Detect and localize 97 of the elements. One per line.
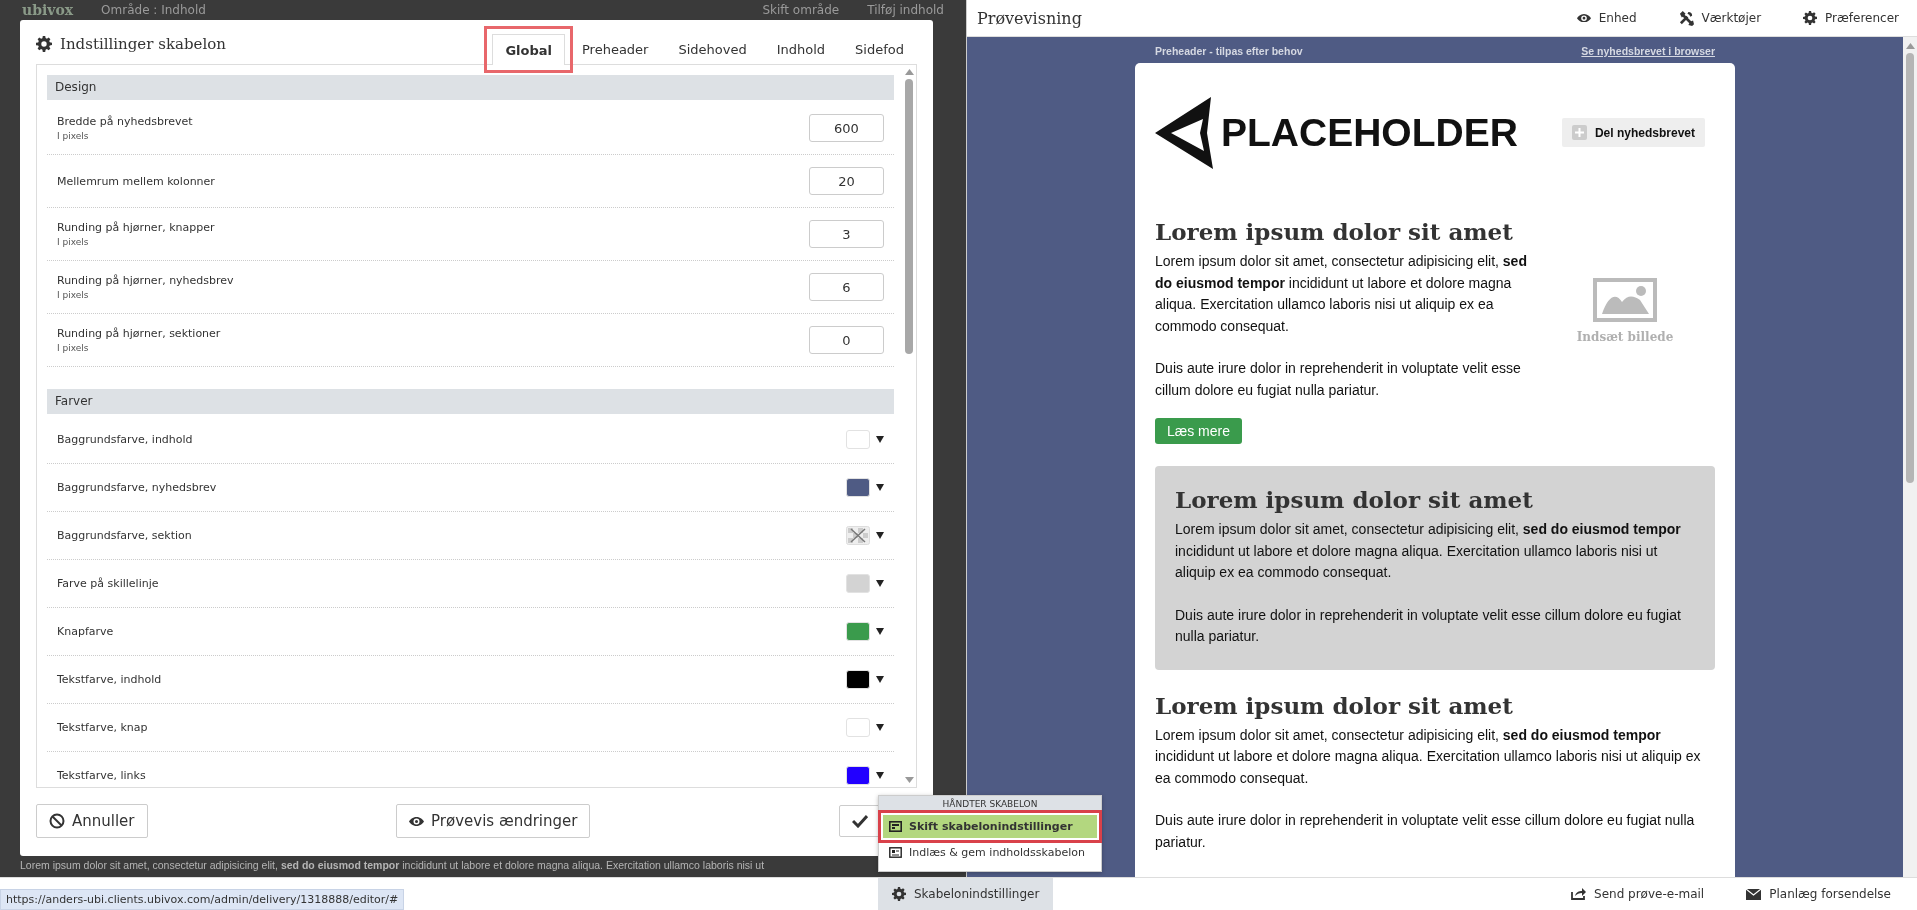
dropdown-caret-icon[interactable] (876, 532, 884, 539)
header-action[interactable]: Tilføj indhold (867, 3, 944, 17)
section-heading: Lorem ipsum dolor sit amet (1155, 218, 1514, 245)
logo-icon (1155, 96, 1215, 169)
body-paragraph: Duis aute irure dolor in reprehenderit in voluptate velit esse cillum dolore eu fugiat nulla pariatur. (1175, 605, 1682, 646)
scroll-up-arrow-icon[interactable] (904, 69, 914, 75)
document-icon (889, 847, 902, 858)
gear-icon (36, 36, 52, 52)
body-paragraph: Lorem ipsum dolor sit amet, consectetur adipisicing elit, sed do eiusmod tempor incididunt ut labore et dolore magna aliqua. Exercitation ullamco laboris nisi ut aliquip ex ea commodo consequat. (1175, 520, 1682, 582)
number-field[interactable]: 600 (809, 114, 884, 142)
setting-label: Runding på hjørner, nyhedsbrev (57, 274, 234, 287)
scrollbar-thumb[interactable] (1906, 53, 1914, 483)
setting-hint: I pixels (57, 131, 90, 141)
body-paragraph: Duis aute irure dolor in reprehenderit in voluptate velit esse cillum dolore eu fugiat nulla pariatur. (1155, 359, 1522, 400)
preview-toolbar-button[interactable]: Præferencer (1797, 9, 1905, 27)
number-field[interactable]: 6 (809, 273, 884, 301)
number-field[interactable]: 0 (809, 326, 884, 354)
cancel-button[interactable]: Annuller (36, 804, 148, 838)
read-more-button[interactable]: Læs mere (1155, 418, 1243, 444)
setting-label: Tekstfarve, indhold (57, 673, 162, 686)
settings-tab[interactable]: Sidefod (842, 33, 917, 64)
share-icon (1571, 888, 1587, 900)
setting-hint: I pixels (57, 290, 90, 300)
footer-action[interactable]: Planlæg forsendelse (1740, 886, 1897, 902)
body-paragraph: Lorem ipsum dolor sit amet, consectetur adipisicing elit, sed do eiusmod tempor incididunt ut labore et dolore magna aliqua. Exercitation ullamco laboris nisi ut aliquip ex ea commodo consequat. (1155, 725, 1702, 788)
setting-label: Baggrundsfarve, nyhedsbrev (57, 481, 217, 494)
check-icon (852, 814, 868, 828)
setting-label: Runding på hjørner, knapper (57, 221, 215, 234)
preheader-text: Preheader - tilpas efter behov (1155, 45, 1303, 57)
settings-icon (1803, 11, 1818, 25)
number-field[interactable]: 3 (809, 220, 884, 248)
dropdown-caret-icon[interactable] (876, 724, 884, 731)
confirm-button[interactable] (839, 805, 881, 837)
plus-icon (1571, 125, 1587, 140)
color-swatch[interactable] (846, 670, 870, 689)
dropdown-caret-icon[interactable] (876, 628, 884, 635)
setting-label: Runding på hjørner, sektioner (57, 327, 221, 340)
setting-label: Tekstfarve, knap (57, 721, 148, 734)
settings-tab[interactable]: Sidehoved (665, 33, 760, 64)
setting-hint: I pixels (57, 237, 90, 247)
layout-icon (889, 821, 902, 832)
scroll-down-arrow-icon[interactable] (904, 777, 914, 783)
preview-title: Prøvevisning (977, 8, 1082, 28)
color-swatch[interactable] (846, 430, 870, 449)
gear-icon (892, 887, 906, 901)
menu-heading: HÅNDTER SKABELON (879, 796, 1101, 812)
number-field[interactable]: 20 (809, 167, 884, 195)
eye-icon (1576, 13, 1591, 23)
cancel-icon (49, 813, 65, 829)
template-settings-button[interactable]: Skabelonindstillinger (878, 877, 1054, 910)
dropdown-caret-icon[interactable] (876, 436, 884, 443)
dropdown-caret-icon[interactable] (876, 580, 884, 587)
scrollbar[interactable] (1903, 37, 1917, 877)
scrollbar-thumb[interactable] (905, 79, 913, 354)
dropdown-caret-icon[interactable] (876, 484, 884, 491)
color-swatch[interactable] (846, 478, 870, 497)
color-swatch[interactable] (846, 718, 870, 737)
setting-label: Baggrundsfarve, indhold (57, 433, 193, 446)
header-action[interactable]: Skift område (762, 3, 840, 17)
background-text: Lorem ipsum dolor sit amet, consectetur adipisicing elit, sed do eiusmod tempor incididunt ut labore et dolore magna aliqua. Exercitation ullamco laboris nisi ut (20, 859, 765, 871)
setting-label: Baggrundsfarve, sektion (57, 529, 192, 542)
color-swatch[interactable] (846, 574, 870, 593)
tools-icon (1678, 10, 1694, 26)
app-logo: ubivox (22, 2, 74, 18)
section-header: Farver (47, 389, 894, 414)
setting-hint: I pixels (57, 343, 90, 353)
menu-item[interactable]: Indlæs & gem indholdsskabelon (883, 841, 1097, 864)
area-label: Område : Indhold (101, 3, 206, 17)
setting-label: Bredde på nyhedsbrevet (57, 115, 193, 128)
color-swatch[interactable] (846, 622, 870, 641)
dialog-title: Indstillinger skabelon (60, 35, 226, 53)
footer-action[interactable]: Send prøve-e-mail (1565, 886, 1711, 902)
settings-tab[interactable]: Preheader (569, 33, 662, 64)
dropdown-caret-icon[interactable] (876, 676, 884, 683)
brand-logo: PLACEHOLDER (1221, 110, 1518, 155)
body-paragraph: Duis aute irure dolor in reprehenderit in voluptate velit esse cillum dolore eu fugiat nulla pariatur. (1155, 811, 1696, 852)
section-heading: Lorem ipsum dolor sit amet (1175, 486, 1534, 513)
image-placeholder-label: Indsæt billede (1576, 330, 1674, 344)
setting-label: Farve på skillelinje (57, 577, 159, 590)
setting-label: Tekstfarve, links (57, 769, 146, 782)
no-color-swatch[interactable] (846, 526, 870, 545)
status-url: https://anders-ubi.clients.ubivox.com/admin/delivery/1318888/editor/# (0, 889, 405, 910)
preview-toolbar-button[interactable]: Værktøjer (1672, 9, 1768, 27)
preview-changes-button[interactable]: Prøvevis ændringer (396, 804, 591, 838)
envelope-icon (1746, 888, 1762, 900)
body-paragraph: Lorem ipsum dolor sit amet, consectetur adipisicing elit, sed do eiusmod tempor incididunt ut labore et dolore magna aliqua. Exercitation ullamco laboris nisi ut aliquip ex ea commodo consequat. (1155, 252, 1528, 336)
settings-tab[interactable]: Indhold (763, 33, 839, 64)
section-header: Design (47, 75, 894, 100)
setting-label: Mellemrum mellem kolonner (57, 174, 215, 188)
preview-toolbar-button[interactable]: Enhed (1570, 9, 1643, 27)
dropdown-caret-icon[interactable] (876, 772, 884, 779)
eye-icon (409, 816, 425, 826)
setting-label: Knapfarve (57, 625, 114, 638)
browser-link[interactable]: Se nyhedsbrevet i browser (1581, 45, 1715, 57)
section-heading: Lorem ipsum dolor sit amet (1155, 691, 1514, 719)
color-swatch[interactable] (846, 766, 870, 785)
share-button[interactable]: Del nyhedsbrevet (1561, 118, 1705, 147)
